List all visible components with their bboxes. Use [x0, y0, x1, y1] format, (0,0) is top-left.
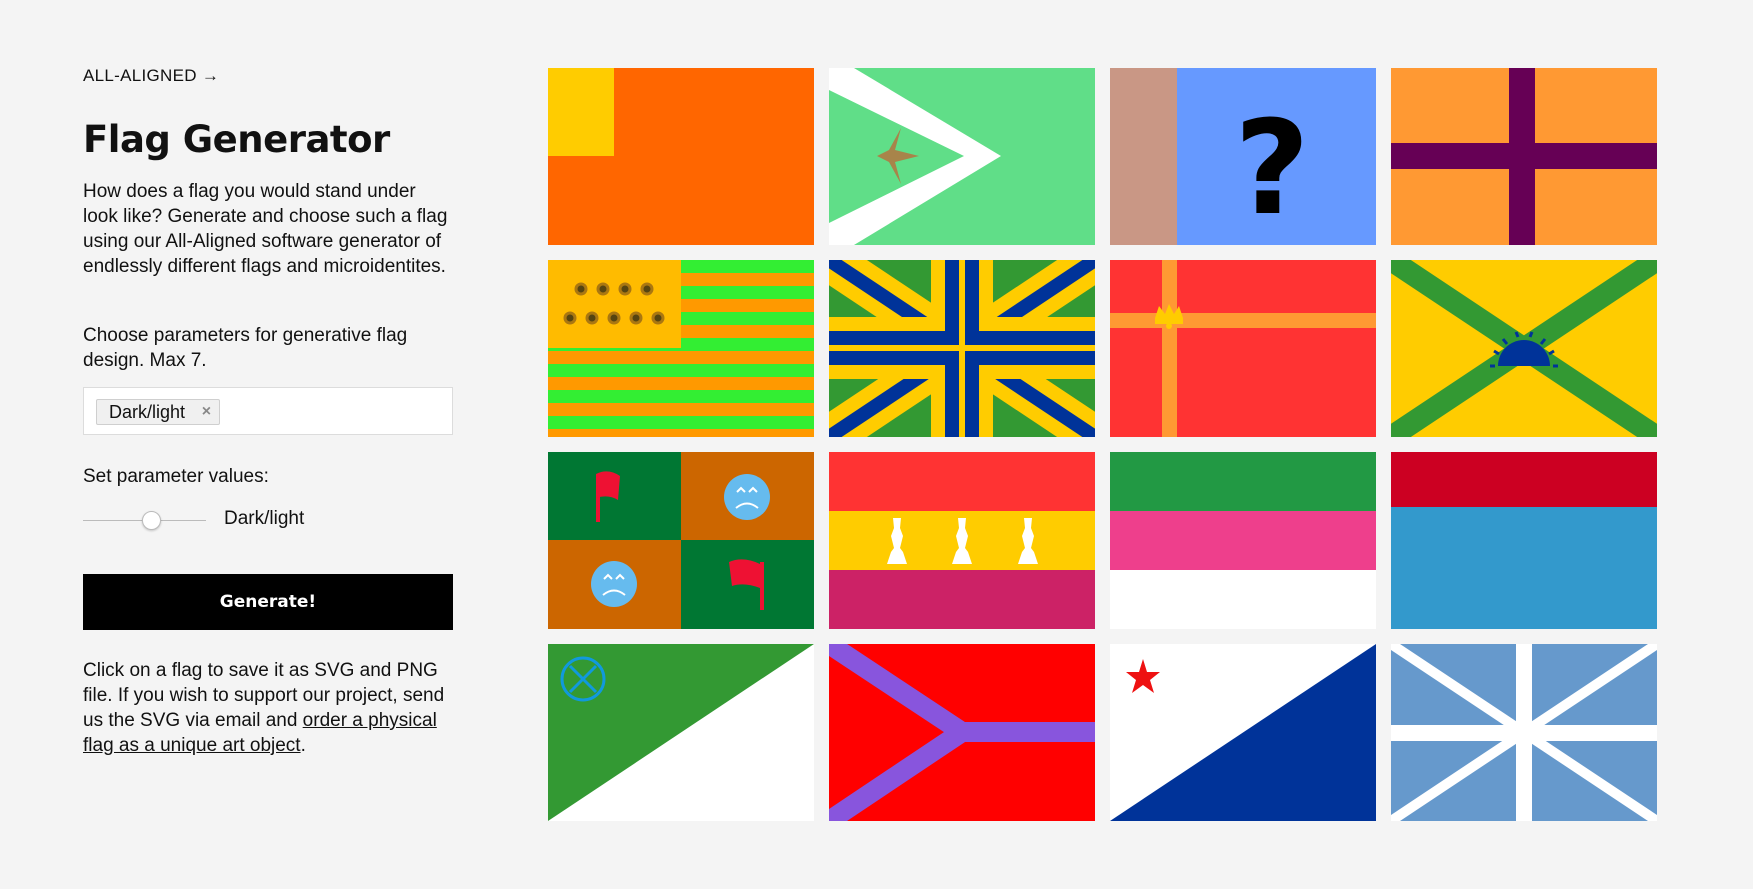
flag-orange-canton[interactable] — [548, 68, 814, 245]
dark-light-slider[interactable] — [83, 510, 206, 530]
flag-blue-question-mark[interactable]: ? — [1110, 68, 1376, 245]
slider-label: Dark/light — [224, 508, 305, 529]
flag-green-chevron-star[interactable] — [829, 68, 1095, 245]
footer-text: Click on a flag to save it as SVG and PN… — [83, 658, 453, 758]
parameter-select-input[interactable]: Dark/light × — [83, 387, 453, 435]
svg-text:?: ? — [1234, 92, 1309, 244]
remove-tag-icon[interactable]: × — [202, 400, 211, 424]
page-title: Flag Generator — [83, 118, 390, 161]
generate-button[interactable]: Generate! — [83, 574, 453, 630]
intro-text: How does a flag you would stand under lo… — [83, 181, 448, 277]
flag-striped-sunflowers[interactable] — [548, 260, 814, 437]
flag-red-blue[interactable] — [1391, 452, 1657, 629]
flag-orange-purple-cross[interactable] — [1391, 68, 1657, 245]
parameter-tag-label: Dark/light — [109, 402, 186, 422]
flag-white-blue-star[interactable] — [1110, 644, 1376, 821]
brand-link[interactable]: ALL-ALIGNED → — [83, 66, 219, 86]
choose-parameters-text: Choose parameters for generative flag de… — [83, 325, 408, 371]
flag-green-yellow-union[interactable] — [829, 260, 1095, 437]
flag-green-white-diagonal[interactable] — [548, 644, 814, 821]
flag-red-purple-y[interactable] — [829, 644, 1095, 821]
footer-text-after: . — [300, 735, 306, 756]
flag-yellow-saltire-sunrise[interactable] — [1391, 260, 1657, 437]
flag-quartered-sad-faces[interactable] — [548, 452, 814, 629]
parameter-tag: Dark/light × — [96, 399, 221, 425]
slider-knob[interactable] — [142, 511, 161, 530]
flag-red-crown-cross[interactable] — [1110, 260, 1376, 437]
flag-blue-white-union[interactable] — [1391, 644, 1657, 821]
flag-tricolor-pawns[interactable] — [829, 452, 1095, 629]
flag-green-pink-white[interactable] — [1110, 452, 1376, 629]
set-values-label: Set parameter values: — [83, 466, 269, 487]
